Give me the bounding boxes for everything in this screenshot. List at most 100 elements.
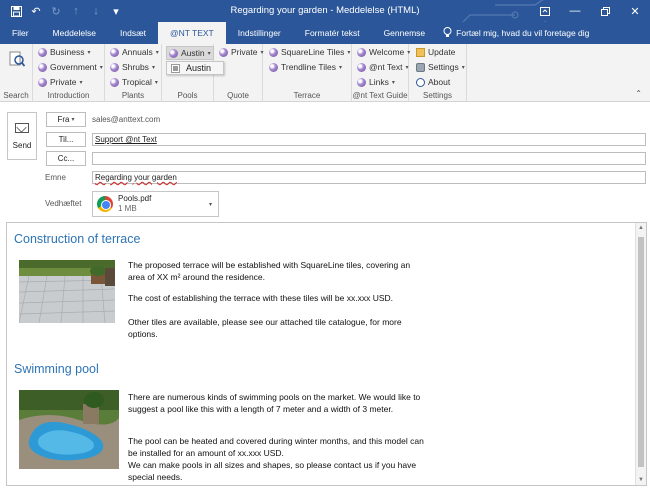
welcome-icon bbox=[357, 47, 366, 57]
government-icon bbox=[38, 62, 47, 72]
attachment-size: 1 MB bbox=[118, 204, 137, 213]
send-button[interactable]: Send bbox=[7, 112, 37, 160]
shrubs-icon bbox=[110, 62, 119, 72]
scroll-down-icon[interactable]: ▼ bbox=[636, 475, 646, 485]
tell-me-text: Fortæl mig, hvad du vil foretage dig bbox=[456, 28, 590, 38]
attached-label: Vedhæftet bbox=[45, 199, 82, 208]
chrome-icon bbox=[97, 196, 113, 212]
scroll-up-icon[interactable]: ▲ bbox=[636, 223, 646, 233]
to-recipient[interactable]: Support @nt Text bbox=[95, 135, 157, 144]
ribbon-tabs: Filer Meddelelse Indsæt @NT TEXT Indstil… bbox=[0, 22, 650, 44]
from-address: sales@anttext.com bbox=[92, 115, 161, 124]
subject-label: Emne bbox=[45, 173, 66, 182]
group-label-search: Search bbox=[3, 91, 29, 100]
ribbon-private-intro[interactable]: Private ▾ bbox=[38, 77, 82, 87]
nt-text-icon bbox=[357, 62, 366, 72]
ribbon: Search Business ▾ Government ▾ Private ▾ In… bbox=[0, 44, 650, 102]
private-icon bbox=[38, 77, 47, 87]
group-label-pools: Pools bbox=[177, 91, 198, 100]
links-icon bbox=[357, 77, 366, 87]
ribbon-trendline-tiles[interactable]: Trendline Tiles ▾ bbox=[269, 62, 342, 72]
ribbon-annuals[interactable]: Annuals ▾ bbox=[110, 47, 159, 57]
paragraph-terrace-1: The proposed terrace will be established… bbox=[128, 260, 411, 282]
group-plants: Annuals ▾ Shrubs ▾ Tropical ▾ Plants bbox=[105, 44, 162, 102]
ribbon-squareline-tiles[interactable]: SquareLine Tiles ▾ bbox=[269, 47, 350, 57]
group-settings: Update Settings ▾ About Settings bbox=[409, 44, 467, 102]
subject-text: Regarding your garden bbox=[95, 173, 177, 182]
settings-icon bbox=[416, 62, 425, 72]
subject-field[interactable]: Regarding your garden bbox=[92, 171, 646, 184]
tab-format-text[interactable]: Formatér tekst bbox=[293, 22, 372, 44]
group-label-plants: Plants bbox=[121, 91, 145, 100]
attachment-menu-icon[interactable]: ▾ bbox=[209, 201, 212, 208]
group-label-settings: Settings bbox=[423, 91, 452, 100]
to-field[interactable]: Support @nt Text bbox=[92, 133, 646, 146]
ribbon-links[interactable]: Links ▾ bbox=[357, 77, 395, 87]
scroll-thumb[interactable] bbox=[638, 237, 644, 467]
attachment-meta: Pools.pdf 1 MB bbox=[118, 194, 151, 214]
ribbon-government[interactable]: Government ▾ bbox=[38, 62, 103, 72]
ribbon-settings[interactable]: Settings ▾ bbox=[416, 62, 465, 72]
group-search: Search bbox=[0, 44, 33, 102]
group-label-terrace: Terrace bbox=[293, 91, 321, 100]
cc-button[interactable]: Cc... bbox=[46, 151, 86, 166]
update-icon bbox=[416, 47, 425, 57]
attachment-name: Pools.pdf bbox=[118, 194, 152, 203]
ribbon-welcome[interactable]: Welcome ▾ bbox=[357, 47, 410, 57]
send-label: Send bbox=[12, 140, 32, 150]
ribbon-shrubs[interactable]: Shrubs ▾ bbox=[110, 62, 155, 72]
attachment-card[interactable]: Pools.pdf 1 MB ▾ bbox=[92, 191, 219, 217]
group-introduction: Business ▾ Government ▾ Private ▾ Introduct… bbox=[33, 44, 105, 102]
tab-review[interactable]: Gennemse bbox=[372, 22, 438, 44]
terrace-image bbox=[19, 260, 115, 323]
cc-field[interactable] bbox=[92, 152, 646, 165]
to-button[interactable]: Til... bbox=[46, 132, 86, 147]
lightbulb-icon bbox=[443, 26, 452, 40]
ribbon-business[interactable]: Business ▾ bbox=[38, 47, 91, 57]
paragraph-terrace-2: The cost of establishing the terrace wit… bbox=[128, 293, 394, 303]
body-scrollbar[interactable]: ▲ ▼ bbox=[635, 223, 646, 485]
outlook-compose-window: ↶ ↻ ↑ ↓ ▾ Regarding your garden - Meddel… bbox=[0, 0, 650, 488]
heading-terrace: Construction of terrace bbox=[14, 232, 141, 246]
ribbon-austin[interactable]: Austin ▾ bbox=[166, 46, 214, 60]
close-icon[interactable]: ✕ bbox=[620, 0, 650, 22]
collapse-ribbon-icon[interactable]: ⌃ bbox=[635, 89, 642, 98]
tell-me-box[interactable]: Fortæl mig, hvad du vil foretage dig bbox=[437, 22, 589, 44]
ribbon-private-quote[interactable]: Private ▾ bbox=[219, 47, 263, 57]
paragraph-pool-2: The pool can be heated and covered durin… bbox=[128, 436, 424, 458]
ribbon-update[interactable]: Update bbox=[416, 47, 455, 57]
group-label-introduction: Introduction bbox=[47, 91, 90, 100]
message-body[interactable]: Construction of terrace The proposed ter… bbox=[6, 222, 647, 486]
ribbon-tropical[interactable]: Tropical ▾ bbox=[110, 77, 158, 87]
austin-item-icon bbox=[171, 63, 180, 73]
ribbon-about[interactable]: About bbox=[416, 77, 450, 87]
search-icon[interactable] bbox=[9, 50, 26, 70]
ribbon-nt-text[interactable]: @nt Text ▾ bbox=[357, 62, 409, 72]
tab-options[interactable]: Indstillinger bbox=[226, 22, 293, 44]
squareline-icon bbox=[269, 47, 278, 57]
maximize-icon[interactable] bbox=[590, 0, 620, 22]
paragraph-pool-1: There are numerous kinds of swimming poo… bbox=[128, 392, 421, 414]
from-button[interactable]: Fra ▾ bbox=[46, 112, 86, 127]
tropical-icon bbox=[110, 77, 119, 87]
ribbon-display-options-icon[interactable] bbox=[530, 0, 560, 22]
trendline-icon bbox=[269, 62, 278, 72]
title-bar: ↶ ↻ ↑ ↓ ▾ Regarding your garden - Meddel… bbox=[0, 0, 650, 41]
tab-insert[interactable]: Indsæt bbox=[108, 22, 158, 44]
paragraph-pool-3: We can make pools in all sizes and shape… bbox=[128, 460, 417, 482]
austin-dropdown-menu[interactable]: Austin bbox=[166, 61, 224, 75]
tab-nt-text[interactable]: @NT TEXT bbox=[158, 22, 226, 44]
window-controls: — ✕ bbox=[530, 0, 650, 22]
group-label-nt-text-guide: @nt Text Guide bbox=[352, 91, 408, 100]
pool-image bbox=[19, 390, 119, 469]
group-terrace: SquareLine Tiles ▾ Trendline Tiles ▾ Terra… bbox=[263, 44, 352, 102]
austin-menu-item[interactable]: Austin bbox=[186, 63, 211, 73]
minimize-icon[interactable]: — bbox=[560, 0, 590, 22]
tab-message[interactable]: Meddelelse bbox=[41, 22, 108, 44]
private-quote-icon bbox=[219, 47, 228, 57]
austin-icon bbox=[169, 48, 178, 58]
tab-file[interactable]: Filer bbox=[0, 22, 41, 44]
paragraph-terrace-3: Other tiles are available, please see ou… bbox=[128, 317, 402, 339]
business-icon bbox=[38, 47, 47, 57]
annuals-icon bbox=[110, 47, 119, 57]
